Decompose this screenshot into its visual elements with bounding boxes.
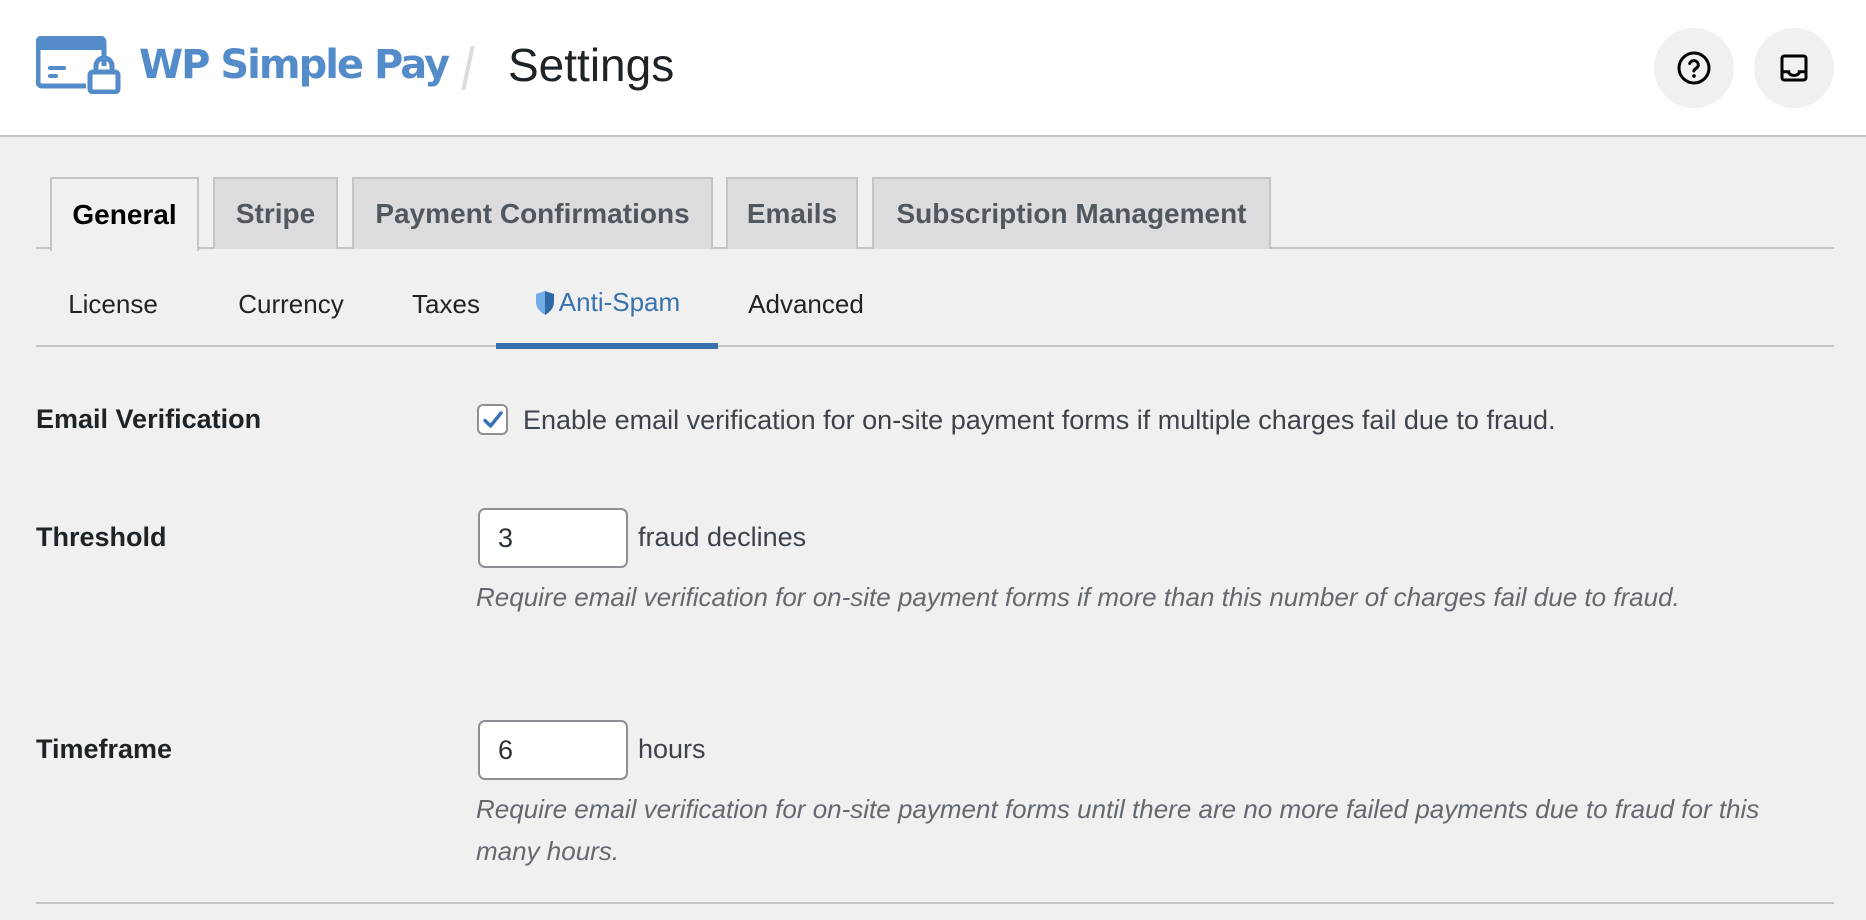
tab-stripe[interactable]: Stripe	[213, 177, 338, 249]
page-header: WP Simple Pay Settings	[0, 0, 1866, 137]
inbox-tray-icon	[1780, 54, 1808, 82]
tab-emails[interactable]: Emails	[726, 177, 858, 249]
subtab-advanced[interactable]: Advanced	[736, 262, 876, 347]
shield-icon	[535, 290, 554, 315]
help-circle-icon	[1677, 51, 1711, 85]
threshold-input[interactable]	[478, 508, 628, 568]
tab-general[interactable]: General	[50, 177, 199, 251]
threshold-unit: fraud declines	[638, 522, 807, 552]
timeframe-label: Timeframe	[36, 734, 173, 764]
timeframe-description: Require email verification for on-site p…	[476, 794, 1760, 866]
timeframe-input[interactable]	[478, 720, 628, 780]
checkmark-icon	[482, 410, 503, 428]
subtab-taxes[interactable]: Taxes	[386, 262, 506, 347]
credit-card-lock-icon	[36, 36, 122, 94]
brand-name: WP Simple Pay	[139, 42, 450, 88]
title-separator	[461, 46, 475, 90]
page-title: Settings	[508, 39, 675, 91]
email-verification-label: Email Verification	[36, 404, 262, 434]
email-verification-checkbox[interactable]	[477, 404, 508, 435]
brand-logo	[36, 36, 122, 94]
subtab-currency[interactable]: Currency	[206, 262, 376, 347]
subtab-anti-spam-label: Anti-Spam	[558, 287, 681, 317]
settings-tabs: General Stripe Payment Confirmations Ema…	[36, 177, 1834, 251]
section-divider	[36, 902, 1834, 904]
tab-subscription-management[interactable]: Subscription Management	[872, 177, 1271, 249]
help-button[interactable]	[1654, 28, 1734, 108]
timeframe-unit: hours	[638, 734, 706, 764]
email-verification-checkbox-label[interactable]: Enable email verification for on-site pa…	[523, 405, 1556, 436]
tab-payment-confirmations[interactable]: Payment Confirmations	[352, 177, 713, 249]
inbox-button[interactable]	[1754, 28, 1834, 108]
general-subnav: License Currency Taxes Anti-Spam Advance…	[36, 262, 1834, 349]
subtab-anti-spam[interactable]: Anti-Spam	[496, 262, 718, 349]
threshold-label: Threshold	[36, 522, 167, 552]
threshold-description: Require email verification for on-site p…	[476, 582, 1680, 612]
subtab-license[interactable]: License	[36, 262, 190, 347]
